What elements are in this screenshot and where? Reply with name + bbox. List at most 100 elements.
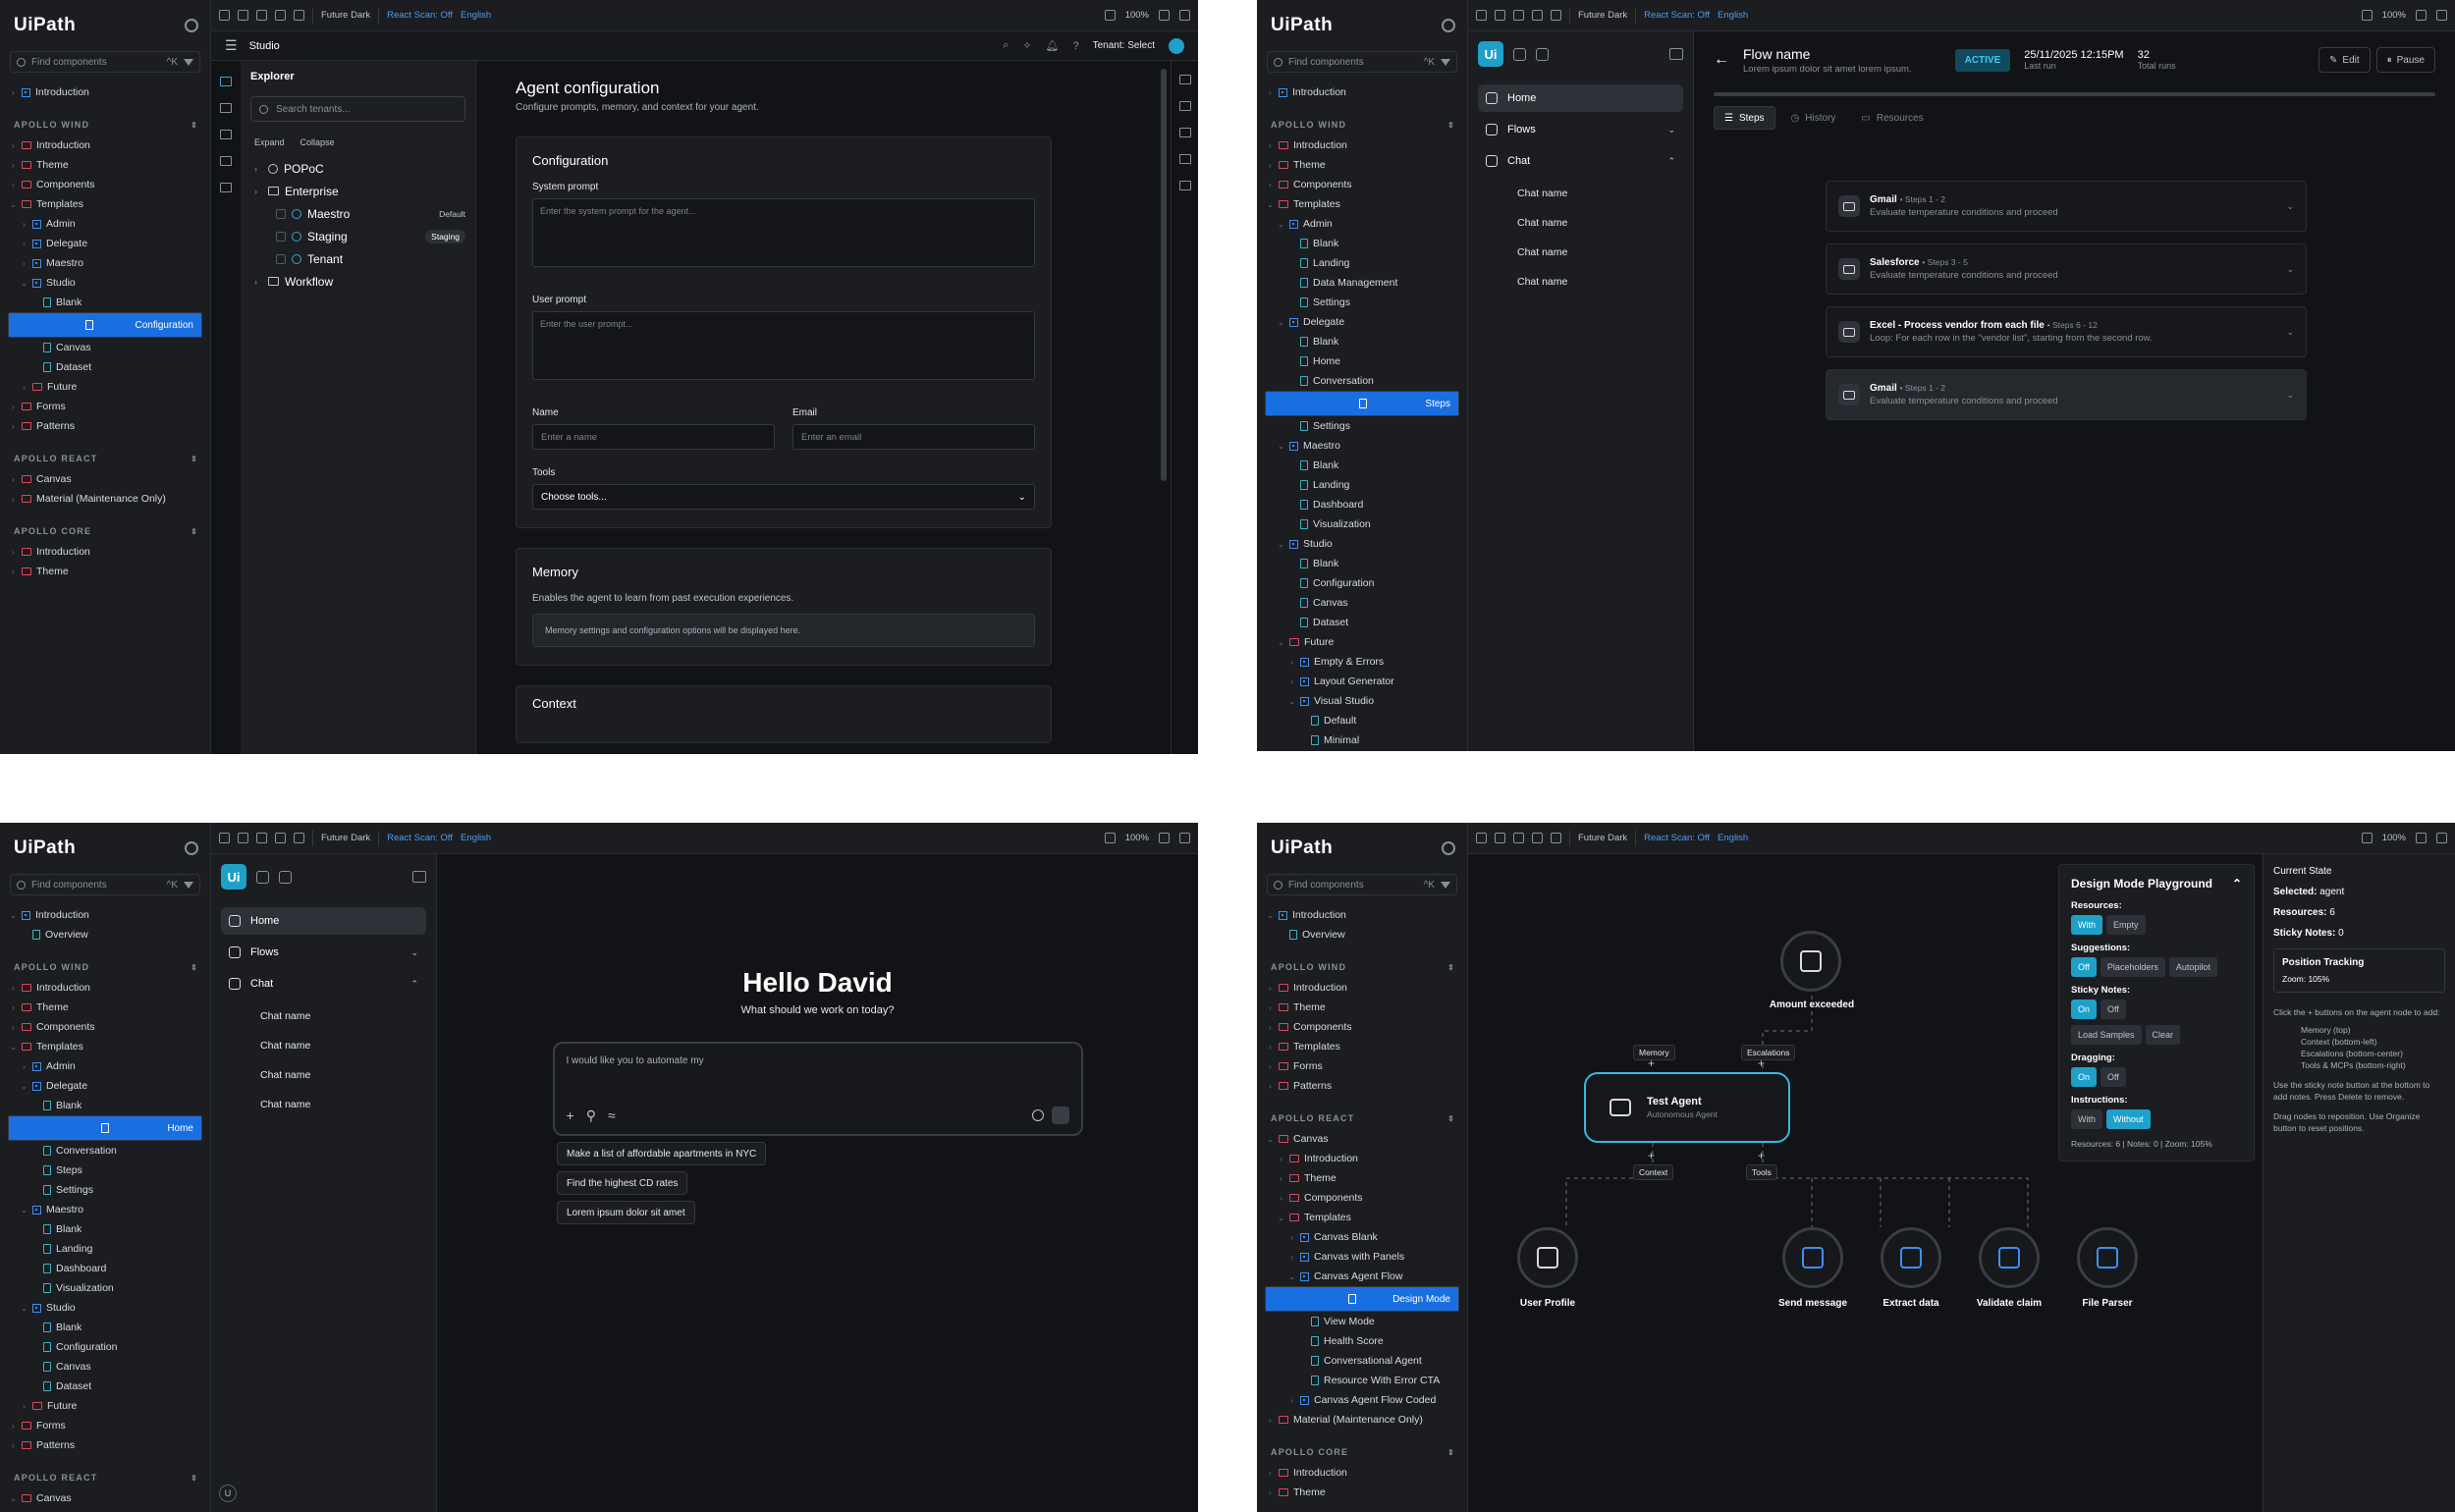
- tool-node[interactable]: [1881, 1227, 1941, 1288]
- option-button[interactable]: Empty: [2106, 915, 2146, 935]
- sidebar-item[interactable]: ⌄ Canvas: [0, 1488, 210, 1508]
- tools-select[interactable]: Choose tools... ⌄: [532, 484, 1035, 510]
- tool-node[interactable]: [2077, 1227, 2138, 1288]
- find-components-search[interactable]: Find components ^K: [1267, 874, 1457, 895]
- tab-resources[interactable]: ▭ Resources: [1851, 106, 1933, 130]
- tab-steps[interactable]: ☰ Steps: [1714, 106, 1775, 130]
- option-button[interactable]: Placeholders: [2100, 957, 2165, 977]
- sidebar-item[interactable]: Dashboard: [0, 1259, 210, 1278]
- sidebar-item[interactable]: › Introduction: [0, 82, 210, 102]
- react-scan-toggle[interactable]: React Scan: Off: [1644, 10, 1710, 21]
- find-components-search[interactable]: Find components ^K: [10, 51, 200, 73]
- sidebar-item[interactable]: › Theme: [0, 998, 210, 1017]
- explorer-icon[interactable]: [220, 77, 232, 86]
- sidebar-item[interactable]: Default: [1257, 711, 1467, 730]
- sidebar-item[interactable]: Landing: [0, 1239, 210, 1259]
- option-button[interactable]: On: [2071, 1067, 2098, 1087]
- folder-icon[interactable]: [220, 103, 232, 113]
- sidebar-item[interactable]: Home: [1257, 351, 1467, 371]
- tenant-node[interactable]: › Workflow: [250, 270, 465, 293]
- sidebar-item[interactable]: › Theme: [0, 155, 210, 175]
- folder-icon[interactable]: [1178, 154, 1191, 164]
- sidebar-item[interactable]: Landing: [1257, 475, 1467, 495]
- window-icon[interactable]: [2416, 10, 2427, 21]
- expand-toggle-icon[interactable]: ⇕: [191, 121, 198, 130]
- chat-item[interactable]: Chat name: [1478, 238, 1683, 267]
- sidebar-item[interactable]: Overview: [0, 925, 210, 945]
- sidebar-item[interactable]: › Components: [1257, 1188, 1467, 1208]
- sidebar-item[interactable]: ⌄ Canvas: [1257, 1129, 1467, 1149]
- sidebar-item[interactable]: › Components: [1257, 1017, 1467, 1037]
- measure-icon[interactable]: [1551, 833, 1561, 843]
- zoom-icon[interactable]: [1104, 10, 1116, 21]
- chevron-icon[interactable]: ⌄: [1667, 125, 1675, 135]
- sidebar-item[interactable]: Canvas: [0, 338, 210, 357]
- email-input[interactable]: Enter an email: [792, 424, 1035, 450]
- folder-icon[interactable]: [1178, 181, 1191, 190]
- suggestion-chip[interactable]: Make a list of affordable apartments in …: [557, 1142, 767, 1165]
- panel-icon[interactable]: [1495, 10, 1505, 21]
- sidebar-item[interactable]: Blank: [0, 1096, 210, 1115]
- sidebar-group[interactable]: APOLLO WIND ⇕: [0, 956, 210, 978]
- chat-item[interactable]: Chat name: [221, 1001, 426, 1031]
- expand-toggle-icon[interactable]: ⇕: [1447, 1448, 1455, 1457]
- sidebar-item[interactable]: Conversational Agent: [1257, 1351, 1467, 1371]
- chevron-down-icon[interactable]: ⌄: [2286, 201, 2294, 212]
- sidebar-item[interactable]: › Theme: [1257, 155, 1467, 175]
- sidebar-group[interactable]: APOLLO WIND ⇕: [1257, 114, 1467, 135]
- sidebar-item[interactable]: Steps: [0, 1161, 210, 1180]
- chevron-down-icon[interactable]: ⌄: [2286, 264, 2294, 275]
- sidebar-item[interactable]: ⌄ Canvas Agent Flow: [1257, 1267, 1467, 1286]
- sidebar-item[interactable]: ⌄ Studio: [1257, 534, 1467, 554]
- sidebar-item[interactable]: › Forms: [0, 397, 210, 416]
- find-components-search[interactable]: Find components ^K: [1267, 51, 1457, 73]
- sidebar-item[interactable]: Blank: [1257, 234, 1467, 253]
- sidebar-item[interactable]: ⌄ Visual Studio: [1257, 691, 1467, 711]
- sidebar-item[interactable]: Dashboard: [1257, 495, 1467, 514]
- step-item[interactable]: Gmail • Steps 1 - 2 Evaluate temperature …: [1826, 181, 2307, 232]
- chat-item[interactable]: Chat name: [1478, 179, 1683, 208]
- settings-sliders-icon[interactable]: ≈: [608, 1107, 616, 1123]
- sync-icon[interactable]: [1476, 10, 1487, 21]
- gear-icon[interactable]: [185, 19, 198, 32]
- sidebar-item[interactable]: › Components: [1257, 175, 1467, 194]
- chevron-down-icon[interactable]: ⌄: [2286, 327, 2294, 338]
- folder-icon[interactable]: [220, 130, 232, 139]
- suggestion-chip[interactable]: Lorem ipsum dolor sit amet: [557, 1201, 695, 1224]
- sidebar-item[interactable]: ⌄ Templates: [1257, 194, 1467, 214]
- sidebar-item[interactable]: › Introduction: [0, 542, 210, 562]
- option-button[interactable]: With: [2071, 1109, 2102, 1129]
- tenant-node[interactable]: › POPoC: [250, 157, 465, 180]
- react-scan-toggle[interactable]: React Scan: Off: [387, 10, 453, 21]
- tenant-select[interactable]: Tenant: Select: [1093, 40, 1155, 51]
- theme-toggle[interactable]: Future Dark: [1578, 10, 1627, 21]
- fullscreen-icon[interactable]: [2436, 833, 2447, 843]
- language-select[interactable]: English: [1718, 10, 1748, 21]
- sidebar-item[interactable]: Data Management: [1257, 273, 1467, 293]
- new-chat-icon[interactable]: [256, 870, 269, 884]
- checkbox[interactable]: [276, 231, 286, 242]
- zoom-level[interactable]: 100%: [2382, 833, 2406, 843]
- expand-toggle-icon[interactable]: ⇕: [1447, 1114, 1455, 1123]
- sparkle-icon[interactable]: ✧: [1022, 39, 1031, 52]
- expand-toggle-icon[interactable]: ⇕: [191, 455, 198, 463]
- scrollbar[interactable]: [1161, 69, 1167, 481]
- search-tenants-input[interactable]: Search tenants...: [250, 96, 465, 122]
- sidebar-item[interactable]: › Admin: [0, 214, 210, 234]
- search-icon[interactable]: ⌕: [1003, 39, 1009, 52]
- sidebar-item[interactable]: Blank: [1257, 554, 1467, 573]
- sidebar-item[interactable]: › Introduction: [1257, 135, 1467, 155]
- theme-toggle[interactable]: Future Dark: [1578, 833, 1627, 843]
- option-button[interactable]: Without: [2106, 1109, 2151, 1129]
- sidebar-item[interactable]: › Introduction: [1257, 82, 1467, 102]
- fullscreen-icon[interactable]: [2436, 10, 2447, 21]
- sidebar-item[interactable]: Visualization: [1257, 514, 1467, 534]
- tenant-node[interactable]: Tenant: [250, 247, 465, 270]
- prompt-input[interactable]: I would like you to automate my: [567, 1055, 1069, 1066]
- edit-button[interactable]: ✎ Edit: [2319, 47, 2371, 73]
- expand-toggle-icon[interactable]: ⇕: [1447, 121, 1455, 130]
- tenant-node[interactable]: › Enterprise: [250, 180, 465, 202]
- pause-button[interactable]: ⏸︎ Pause: [2375, 47, 2435, 73]
- sidebar-item[interactable]: › Delegate: [0, 234, 210, 253]
- theme-toggle[interactable]: Future Dark: [321, 10, 370, 21]
